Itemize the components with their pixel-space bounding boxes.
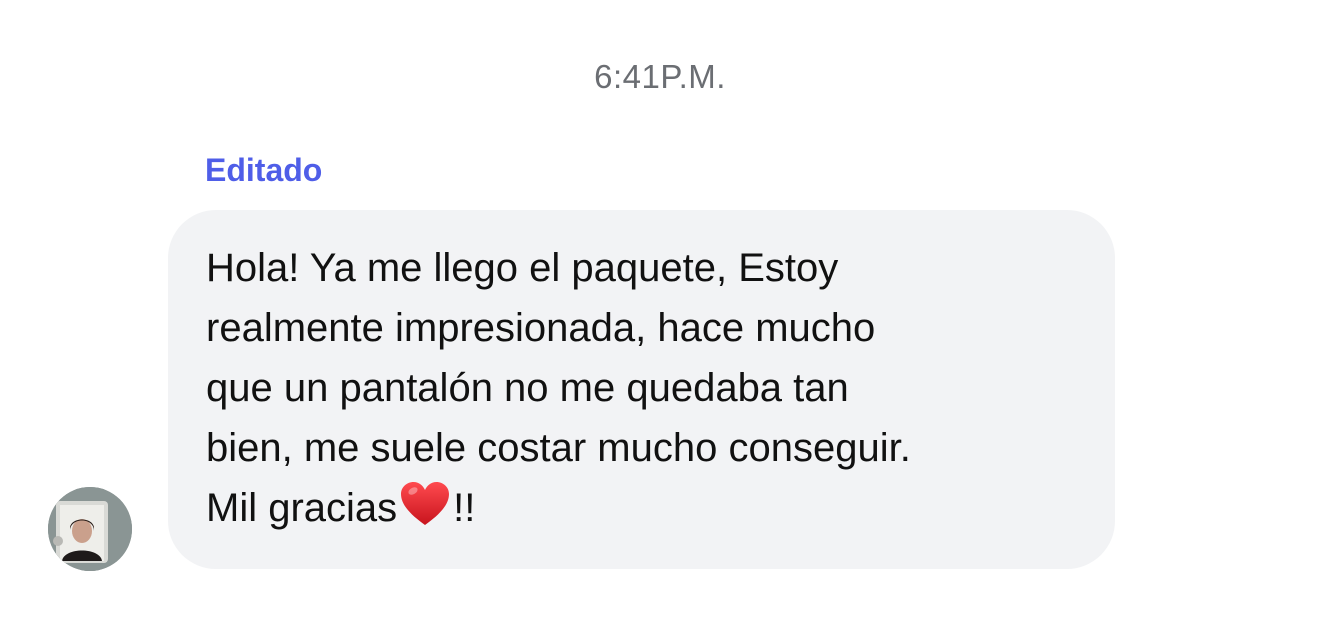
- message-text: Hola! Ya me llego el paquete, Estoy real…: [206, 238, 1075, 538]
- avatar-photo-icon: [48, 487, 132, 571]
- message-timestamp: 6:41P.M.: [594, 58, 726, 95]
- message-bubble[interactable]: Hola! Ya me llego el paquete, Estoy real…: [168, 210, 1115, 569]
- edited-label[interactable]: Editado: [205, 152, 322, 189]
- sender-avatar[interactable]: [48, 487, 132, 571]
- heart-emoji-icon: [401, 482, 450, 525]
- message-text-main: Hola! Ya me llego el paquete, Estoy real…: [206, 246, 911, 530]
- message-text-tail: !!: [453, 486, 476, 530]
